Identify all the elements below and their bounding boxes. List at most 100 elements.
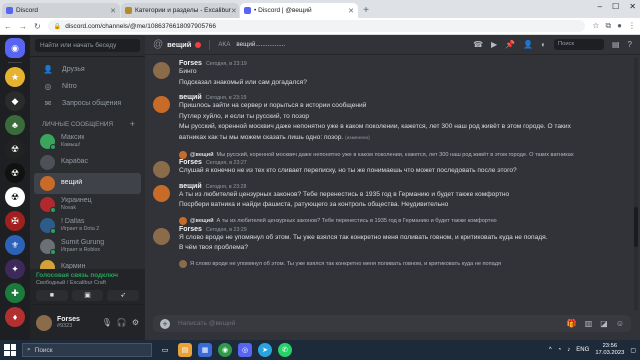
voice-call-icon[interactable]: ☎ — [473, 40, 483, 49]
nav-message-requests[interactable]: ✉ Запросы общения — [34, 95, 141, 112]
taskbar-search-input[interactable]: ⌕ Поиск — [22, 343, 152, 357]
message-avatar[interactable] — [153, 62, 170, 79]
microphone-icon[interactable]: 🎙 — [102, 318, 112, 327]
maximize-icon[interactable]: ☐ — [612, 2, 619, 11]
server-icon[interactable]: ⚜ — [5, 235, 25, 255]
message-avatar[interactable] — [153, 161, 170, 178]
notifications-icon[interactable]: ▢ — [630, 347, 636, 354]
message-avatar[interactable] — [153, 184, 170, 202]
find-conversation-input[interactable]: Найти или начать беседу — [35, 39, 140, 52]
reply-preview[interactable]: @вещий Мы русский, коренной москвич даже… — [179, 150, 629, 159]
message-timestamp: Сегодня, в 23:28 — [205, 183, 247, 190]
scrollbar-thumb[interactable] — [634, 207, 638, 247]
tray-overflow-icon[interactable]: ^ — [549, 347, 552, 353]
dm-item-sumit-gurung[interactable]: Sumit Gurung Играет в Roblox — [34, 236, 141, 257]
windows-start-icon[interactable] — [4, 344, 16, 356]
browser-tab-discord[interactable]: Discord ✕ — [2, 3, 120, 18]
address-bar[interactable]: 🔒 discord.com/channels/@me/1086376618097… — [47, 20, 586, 32]
emoji-icon[interactable]: ☺ — [616, 319, 624, 328]
dm-item-dallas[interactable]: ! Dallas Играет в Dota 2 — [34, 215, 141, 236]
server-icon[interactable]: ✠ — [5, 211, 25, 231]
message-author[interactable]: Forses — [179, 159, 202, 166]
settings-gear-icon[interactable]: ⚙ — [132, 318, 139, 327]
file-explorer-icon[interactable]: ▤ — [178, 343, 192, 357]
dm-item-karabas[interactable]: Карабас — [34, 152, 141, 173]
server-icon[interactable]: ☢ — [5, 139, 25, 159]
new-tab-button[interactable]: + — [359, 3, 373, 18]
discord-home-icon[interactable]: ◉ — [5, 38, 25, 58]
bookmark-star-icon[interactable]: ☆ — [592, 21, 599, 31]
minimize-icon[interactable]: – — [598, 2, 602, 11]
video-call-icon[interactable]: ▶ — [491, 40, 497, 49]
taskbar-search-placeholder: Поиск — [34, 346, 53, 354]
forward-icon[interactable]: → — [19, 22, 27, 31]
sticker-icon[interactable]: ◪ — [600, 319, 608, 328]
nav-friends[interactable]: 👤 Друзья — [34, 61, 141, 78]
browser-tab-excalibur[interactable]: Категории и разделы - Excalibur ✕ — [121, 3, 239, 18]
menu-dots-icon[interactable]: ⋮ — [628, 21, 636, 31]
headphones-icon[interactable]: 🎧 — [117, 318, 127, 327]
profile-icon[interactable]: ● — [617, 21, 622, 31]
network-icon[interactable]: ◔ — [558, 347, 562, 353]
chat-area: @ вещий AKA вещий................. ☎ ▶ 📌… — [145, 35, 640, 340]
dm-item-maksik[interactable]: Максик Камыш! — [34, 131, 141, 152]
gif-icon[interactable]: ▥ — [585, 319, 593, 328]
voice-channel-name[interactable]: Свободный / Excalibur Craft — [36, 280, 139, 286]
message-text: ватниках как ты мы можем сказать лишь од… — [179, 133, 344, 141]
server-icon[interactable]: ♦ — [5, 307, 25, 327]
message-author[interactable]: Forses — [179, 226, 202, 233]
close-tab-icon[interactable]: ✕ — [231, 7, 237, 15]
close-tab-icon[interactable]: ✕ — [110, 7, 116, 15]
message-author[interactable]: Forses — [179, 60, 202, 67]
message-author[interactable]: вещий — [179, 183, 202, 190]
nav-nitro[interactable]: ◎ Nitro — [34, 78, 141, 95]
create-dm-icon[interactable]: + — [130, 119, 135, 129]
close-tab-icon[interactable]: ✕ — [348, 7, 354, 15]
message-author[interactable]: вещий — [179, 94, 202, 101]
volume-icon[interactable]: ♪ — [567, 347, 570, 353]
server-icon[interactable]: ✚ — [5, 283, 25, 303]
add-friends-to-dm-icon[interactable]: 👤 — [523, 40, 533, 49]
message-input[interactable] — [178, 320, 567, 327]
chrome-icon[interactable]: ◉ — [218, 343, 232, 357]
message-avatar[interactable] — [153, 96, 170, 113]
browser-tab-discord-dm[interactable]: • Discord | @вещий ✕ — [240, 3, 358, 18]
inbox-icon[interactable]: ▤ — [612, 40, 620, 49]
chat-search-input[interactable]: Поиск — [553, 39, 604, 50]
reload-icon[interactable]: ↻ — [34, 22, 41, 31]
attach-plus-icon[interactable]: + — [160, 318, 170, 329]
reply-preview[interactable]: Я слово вроде не упомянул об этом. Ты уж… — [179, 260, 629, 269]
help-icon[interactable]: ? — [628, 40, 632, 49]
message-text: Мы русский, коренной москвич даже непоня… — [179, 123, 571, 130]
message-avatar[interactable] — [153, 227, 170, 245]
back-icon[interactable]: ← — [4, 22, 12, 31]
reply-preview[interactable]: @вещий А ты из любителей цензурных закон… — [179, 217, 629, 226]
server-icon[interactable]: ☢ — [5, 163, 25, 183]
task-view-icon[interactable]: ▭ — [158, 343, 172, 357]
pinned-messages-icon[interactable]: 📌 — [505, 40, 515, 49]
server-icon[interactable]: ♣ — [5, 115, 25, 135]
screen-share-button[interactable]: ▣ — [71, 290, 104, 301]
discord-app-icon[interactable]: ◎ — [238, 343, 252, 357]
server-icon[interactable]: ☢ — [5, 187, 25, 207]
user-profile-icon[interactable]: ◐ — [541, 40, 546, 49]
dm-item-veshchiy[interactable]: вещий — [34, 173, 141, 194]
video-button[interactable]: ■ — [36, 290, 68, 301]
close-window-icon[interactable]: ✕ — [629, 2, 636, 11]
dm-item-ukrainets[interactable]: Украинец Novak — [34, 194, 141, 215]
clock[interactable]: 23:56 17.03.2023 — [595, 343, 624, 357]
telegram-icon[interactable]: ➤ — [258, 343, 272, 357]
server-icon[interactable]: ✦ — [5, 259, 25, 279]
gift-icon[interactable]: 🎁 — [567, 319, 577, 328]
whatsapp-icon[interactable]: ✆ — [278, 343, 292, 357]
message-scrollbar[interactable] — [634, 57, 638, 311]
server-icon[interactable]: ◆ — [5, 91, 25, 111]
extensions-icon[interactable]: ⧉ — [605, 21, 611, 31]
store-icon[interactable]: ▦ — [198, 343, 212, 357]
message-text: Бинго — [179, 68, 197, 75]
reply-author: @вещий — [190, 151, 214, 158]
server-icon[interactable]: ★ — [5, 67, 25, 87]
language-indicator[interactable]: ENG — [576, 347, 589, 353]
user-avatar[interactable] — [36, 314, 52, 331]
activity-button[interactable]: ➶ — [107, 290, 140, 301]
